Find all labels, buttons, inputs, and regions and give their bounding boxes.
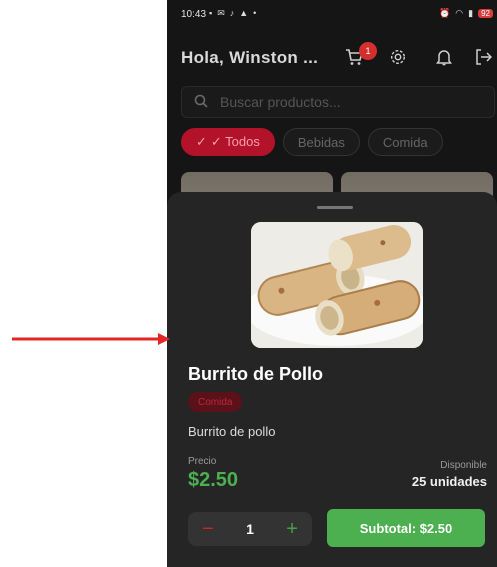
quantity-value: 1 bbox=[246, 521, 254, 537]
category-badge: Comida bbox=[188, 392, 243, 412]
plus-icon[interactable]: + bbox=[286, 519, 298, 539]
subtotal-button[interactable]: Subtotal: $2.50 bbox=[327, 509, 485, 547]
battery-icon: 92 bbox=[478, 9, 493, 18]
app-header: Hola, Winston ... bbox=[167, 38, 497, 74]
mail-icon: ✉ bbox=[217, 8, 225, 18]
product-detail-sheet: Burrito de Pollo Comida Burrito de pollo… bbox=[167, 192, 497, 567]
status-bar: 10:43 ▪ ✉ ♪ ▲ • ⏰ ◠ ▮ 92 bbox=[167, 0, 497, 28]
product-image bbox=[251, 222, 423, 348]
filter-chip-comida[interactable]: Comida bbox=[367, 128, 443, 156]
filter-chip-label: Comida bbox=[382, 134, 428, 150]
filter-chip-bebidas[interactable]: Bebidas bbox=[282, 128, 360, 156]
notification-icon: ▪ bbox=[209, 8, 213, 18]
filter-chip-label: ✓ Todos bbox=[210, 134, 260, 149]
sheet-drag-handle[interactable] bbox=[317, 206, 353, 209]
system-icons: ⏰ ◠ ▮ 92 bbox=[439, 8, 493, 19]
search-placeholder: Buscar productos... bbox=[220, 94, 341, 110]
signal-icon: ▮ bbox=[468, 8, 474, 18]
search-icon bbox=[194, 94, 208, 111]
annotation-arrow-icon bbox=[12, 332, 172, 351]
price-label: Precio bbox=[188, 456, 217, 467]
filter-chip-label: Bebidas bbox=[297, 134, 345, 150]
stock-value: 25 unidades bbox=[411, 474, 487, 489]
notification-icons: ▪ ✉ ♪ ▲ • bbox=[209, 8, 256, 19]
gear-icon[interactable] bbox=[387, 46, 409, 68]
search-bar[interactable]: Buscar productos... bbox=[181, 86, 495, 118]
category-filters: ✓ ✓ Todos Bebidas Comida bbox=[181, 128, 443, 156]
minus-icon[interactable]: − bbox=[202, 519, 214, 539]
bell-icon[interactable] bbox=[433, 46, 455, 68]
cart-count-badge: 1 bbox=[359, 42, 377, 60]
filter-chip-todos[interactable]: ✓ ✓ Todos bbox=[181, 128, 275, 156]
dot-icon: • bbox=[253, 8, 257, 18]
status-time: 10:43 bbox=[181, 9, 207, 20]
phone-screen: 10:43 ▪ ✉ ♪ ▲ • ⏰ ◠ ▮ 92 Hola, Winston .… bbox=[167, 0, 497, 567]
alarm-icon: ⏰ bbox=[439, 8, 451, 18]
greeting-title: Hola, Winston ... bbox=[181, 48, 319, 67]
product-description: Burrito de pollo bbox=[188, 424, 276, 439]
quantity-stepper: − 1 + bbox=[188, 512, 312, 546]
logout-icon[interactable] bbox=[472, 46, 494, 68]
music-icon: ♪ bbox=[229, 8, 235, 18]
check-icon: ✓ bbox=[196, 134, 207, 149]
product-price: $2.50 bbox=[188, 469, 239, 491]
wifi-icon: ◠ bbox=[455, 8, 464, 18]
product-name: Burrito de Pollo bbox=[188, 364, 323, 384]
bell-small-icon: ▲ bbox=[239, 8, 249, 18]
stock-label: Disponible bbox=[440, 460, 487, 471]
